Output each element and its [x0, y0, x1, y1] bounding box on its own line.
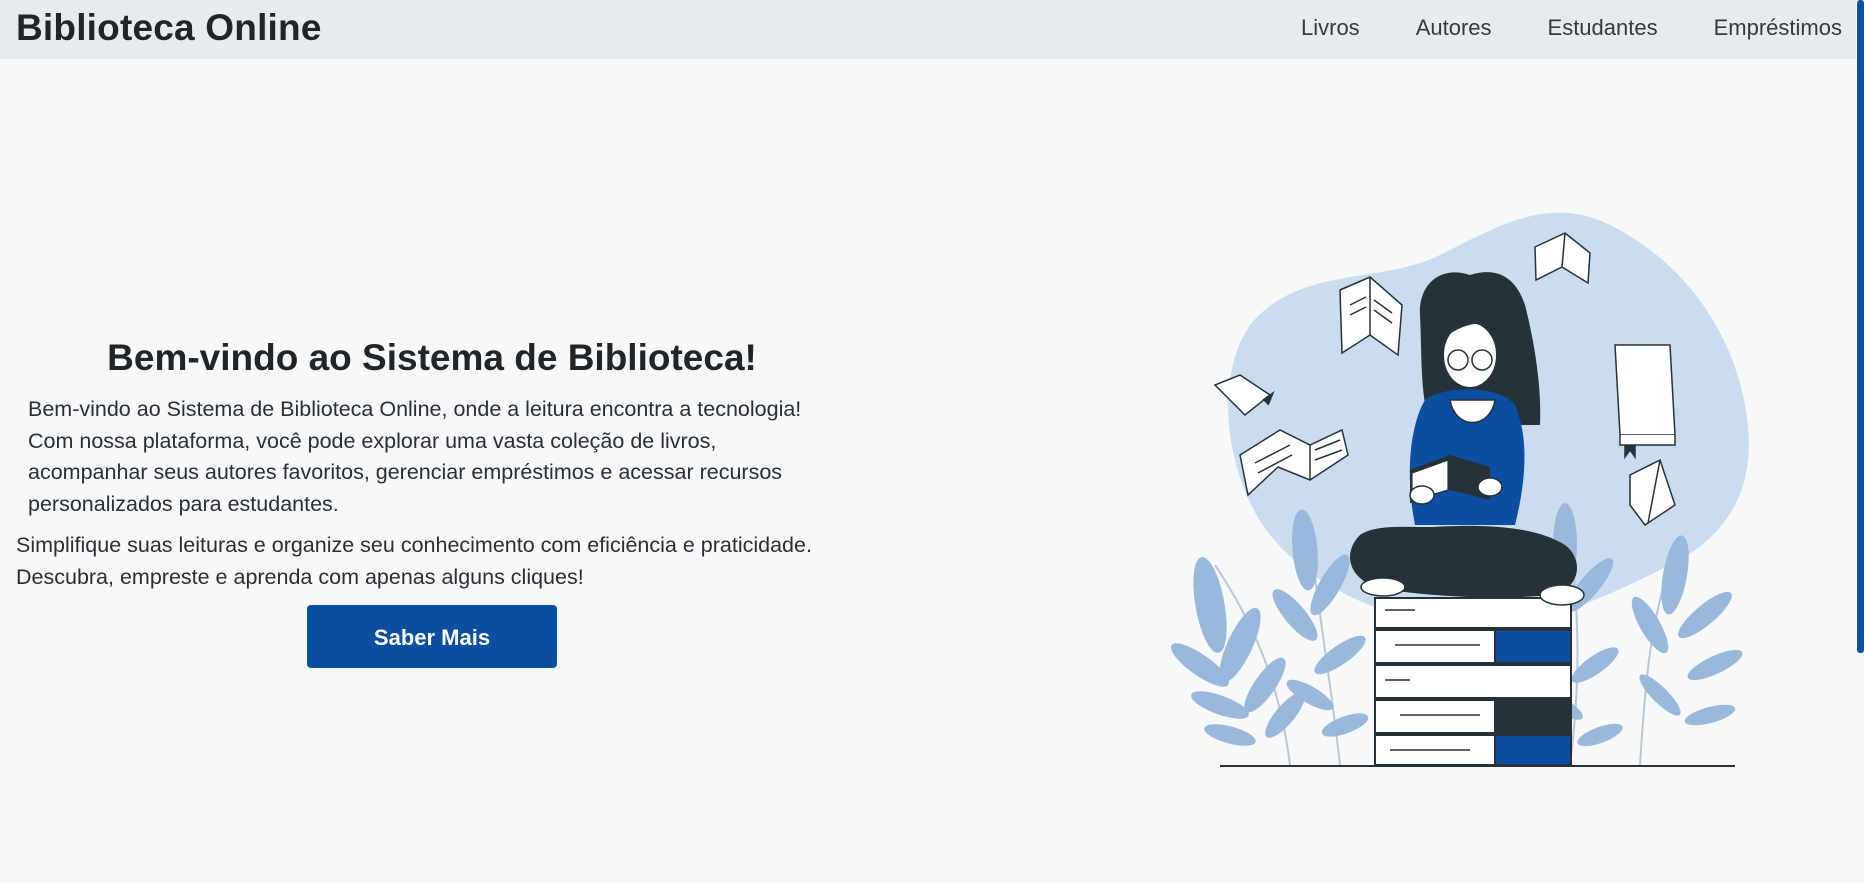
hero-intro-line: Bem-vindo ao Sistema de Biblioteca Onlin… — [28, 397, 802, 421]
nav-link-estudantes[interactable]: Estudantes — [1548, 0, 1658, 55]
hero-intro-line: Com nossa plataforma, você pode explorar… — [28, 428, 717, 453]
woman-reading-on-books-illustration — [1170, 205, 1790, 775]
navbar: Biblioteca Online Livros Autores Estudan… — [0, 0, 1864, 59]
hero-title: Bem-vindo ao Sistema de Biblioteca! — [107, 337, 757, 378]
hero-intro-line: acompanhar seus autores favoritos, geren… — [28, 460, 783, 484]
hero-secondary-line: Descubra, empreste e aprenda com apenas … — [16, 565, 584, 589]
scrollbar-thumb[interactable] — [1857, 0, 1864, 653]
saber-mais-button[interactable]: Saber Mais — [307, 605, 557, 668]
hero-secondary-paragraph: Simplifique suas leituras e organize seu… — [0, 520, 876, 593]
nav-link-livros[interactable]: Livros — [1301, 0, 1360, 55]
nav-link-autores[interactable]: Autores — [1416, 0, 1492, 55]
hero-button-wrap: Saber Mais — [0, 593, 864, 668]
scrollbar-track[interactable] — [1856, 0, 1864, 883]
hero-secondary-line: Simplifique suas leituras e organize seu… — [16, 533, 812, 557]
hero-intro-paragraph: Bem-vindo ao Sistema de Biblioteca Onlin… — [0, 386, 848, 520]
brand-title[interactable]: Biblioteca Online — [16, 6, 322, 50]
nav-link-emprestimos[interactable]: Empréstimos — [1714, 0, 1842, 55]
nav-links: Livros Autores Estudantes Empréstimos — [1260, 0, 1842, 55]
hero-section: Bem-vindo ao Sistema de Biblioteca! Bem-… — [0, 330, 864, 668]
hero-intro-line: personalizados para estudantes. — [28, 491, 339, 516]
book-stack-icon — [1374, 597, 1572, 766]
reading-illustration-svg — [1171, 212, 1749, 767]
